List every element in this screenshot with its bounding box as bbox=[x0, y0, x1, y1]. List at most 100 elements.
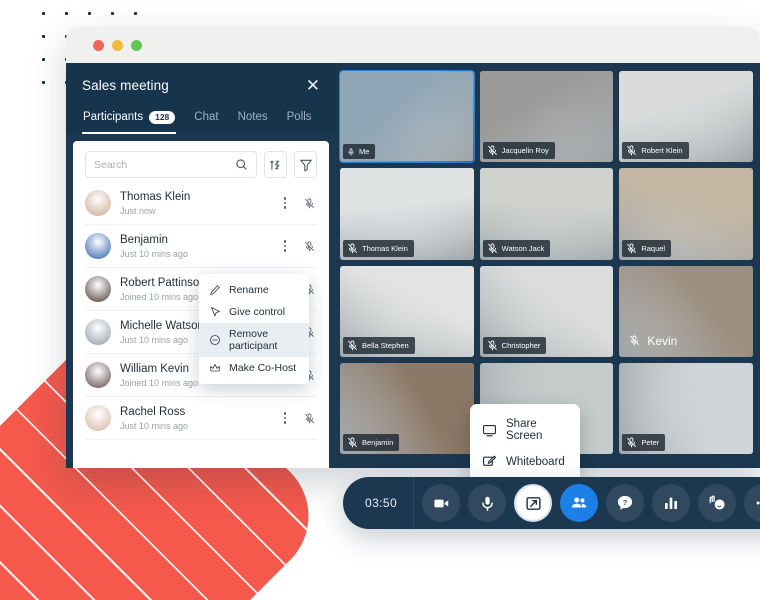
tile-participant-name: Christopher bbox=[501, 340, 541, 350]
side-panel: Sales meeting ✕ Participants 128 Chat No… bbox=[66, 63, 336, 468]
participant-menu-button[interactable] bbox=[278, 197, 292, 209]
search-input[interactable] bbox=[94, 158, 229, 171]
minimize-window-button[interactable] bbox=[112, 39, 123, 51]
bar-chart-icon[interactable] bbox=[652, 484, 691, 522]
tile-participant-name: Jacquelin Roy bbox=[501, 146, 549, 156]
page-root: Sales meeting ✕ Participants 128 Chat No… bbox=[0, 0, 760, 600]
video-tile[interactable]: Raquel bbox=[619, 168, 753, 260]
tile-participant-name: Bella Stephen bbox=[362, 340, 409, 350]
context-menu-item-label: Remove participant bbox=[229, 328, 278, 352]
video-tile[interactable]: Thomas Klein bbox=[340, 168, 474, 260]
tile-nameplate: Thomas Klein bbox=[343, 239, 414, 257]
pencil-icon bbox=[209, 284, 221, 296]
tab-participants[interactable]: Participants 128 bbox=[82, 108, 177, 134]
share-popup-item-label: Share Screen bbox=[506, 418, 543, 442]
video-tile[interactable]: Watson Jack bbox=[479, 168, 614, 260]
toolbar-buttons: ? bbox=[414, 481, 760, 525]
tile-participant-name: Kevin bbox=[647, 333, 678, 348]
raise-hand-icon[interactable] bbox=[698, 484, 737, 522]
participant-mic-off-icon[interactable] bbox=[301, 413, 317, 424]
participant-meta: Thomas Klein Just now bbox=[120, 190, 269, 215]
tab-chat[interactable]: Chat bbox=[193, 108, 219, 134]
share-popup-item[interactable]: Share Screen bbox=[470, 412, 580, 448]
mic-off-icon bbox=[626, 437, 637, 448]
mic-off-icon bbox=[347, 340, 358, 351]
participant-name: Benjamin bbox=[120, 234, 168, 247]
people-icon[interactable] bbox=[560, 484, 599, 522]
mic-off-icon bbox=[626, 243, 637, 254]
participant-row[interactable]: Rachel Ross Just 10 mins ago bbox=[85, 397, 317, 440]
tile-participant-name: Peter bbox=[641, 438, 660, 447]
participant-mic-off-icon[interactable] bbox=[301, 198, 317, 209]
participant-menu-button[interactable] bbox=[278, 240, 292, 252]
meeting-timer: 03:50 bbox=[365, 496, 398, 510]
app-window: Sales meeting ✕ Participants 128 Chat No… bbox=[66, 27, 760, 468]
participant-name: Rachel Ross bbox=[120, 406, 186, 419]
share-options-popup: Share Screen Whiteboard bbox=[470, 404, 580, 491]
participant-row[interactable]: Benjamin Just 10 mins ago bbox=[85, 225, 317, 268]
tile-nameplate: Christopher bbox=[482, 336, 547, 354]
cursor-icon bbox=[209, 306, 221, 318]
video-camera-icon[interactable] bbox=[422, 484, 461, 522]
search-box[interactable] bbox=[85, 151, 257, 178]
mic-off-icon bbox=[347, 243, 358, 254]
sort-alpha-icon[interactable] bbox=[264, 151, 287, 178]
share-popup-item[interactable]: Whiteboard bbox=[470, 448, 580, 475]
tile-nameplate: Bella Stephen bbox=[343, 336, 415, 354]
tile-nameplate: Robert Klein bbox=[622, 142, 689, 160]
tile-nameplate: Raquel bbox=[622, 239, 672, 257]
video-tile[interactable]: Me bbox=[339, 69, 475, 164]
whiteboard-icon bbox=[482, 454, 497, 469]
participant-context-menu: Rename Give control Remove participant M… bbox=[199, 274, 309, 384]
microphone-icon[interactable] bbox=[468, 484, 507, 522]
avatar bbox=[85, 319, 111, 345]
mic-off-icon bbox=[629, 335, 640, 346]
search-row bbox=[85, 151, 317, 178]
participant-meta: Benjamin Just 10 mins ago bbox=[120, 233, 269, 258]
context-menu-item[interactable]: Remove participant bbox=[199, 323, 309, 357]
context-menu-item[interactable]: Make Co-Host bbox=[199, 357, 309, 379]
participant-meta: Rachel Ross Just 10 mins ago bbox=[120, 405, 269, 430]
participant-status: Just 10 mins ago bbox=[120, 420, 189, 431]
tab-notes[interactable]: Notes bbox=[237, 108, 269, 134]
video-tile[interactable]: Robert Klein bbox=[619, 71, 753, 163]
close-panel-icon[interactable]: ✕ bbox=[306, 77, 320, 94]
video-tile[interactable]: Jacquelin Roy bbox=[479, 71, 614, 163]
tile-participant-name: Benjamin bbox=[362, 438, 394, 447]
participant-row[interactable]: Thomas Klein Just now bbox=[85, 182, 317, 225]
question-icon[interactable]: ? bbox=[606, 484, 645, 522]
context-menu-item[interactable]: Rename bbox=[199, 279, 309, 301]
avatar bbox=[85, 233, 111, 259]
maximize-window-button[interactable] bbox=[131, 39, 142, 51]
participant-mic-off-icon[interactable] bbox=[301, 241, 317, 252]
video-tile[interactable]: Bella Stephen bbox=[340, 265, 474, 357]
share-screen-icon[interactable] bbox=[514, 484, 553, 522]
avatar bbox=[85, 276, 111, 302]
tile-nameplate: Kevin bbox=[625, 331, 683, 351]
close-window-button[interactable] bbox=[93, 39, 104, 51]
crown-icon bbox=[209, 362, 221, 374]
tab-polls[interactable]: Polls bbox=[286, 108, 313, 134]
context-menu-item[interactable]: Give control bbox=[199, 301, 309, 323]
video-tile[interactable]: Christopher bbox=[479, 265, 614, 357]
mic-off-icon bbox=[487, 243, 498, 254]
mic-off-icon bbox=[487, 145, 498, 156]
video-tile[interactable]: Kevin bbox=[619, 265, 753, 357]
monitor-icon bbox=[482, 423, 497, 438]
video-tile[interactable]: Peter bbox=[619, 362, 753, 454]
share-popup-item-label: Whiteboard bbox=[506, 455, 565, 468]
video-tile[interactable]: Benjamin bbox=[340, 362, 474, 454]
context-menu-item-label: Rename bbox=[229, 284, 269, 296]
participant-status: Just 10 mins ago bbox=[120, 248, 189, 259]
mic-off-icon bbox=[487, 340, 498, 351]
search-icon bbox=[235, 158, 248, 171]
avatar bbox=[85, 362, 111, 388]
tile-participant-name: Thomas Klein bbox=[362, 243, 408, 253]
context-menu-item-label: Make Co-Host bbox=[229, 362, 297, 374]
participant-name: Thomas Klein bbox=[120, 191, 191, 204]
tile-nameplate: Peter bbox=[622, 434, 666, 451]
filter-funnel-icon[interactable] bbox=[294, 151, 317, 178]
avatar bbox=[85, 405, 111, 431]
participant-menu-button[interactable] bbox=[278, 412, 292, 424]
ellipsis-icon[interactable] bbox=[744, 484, 760, 522]
